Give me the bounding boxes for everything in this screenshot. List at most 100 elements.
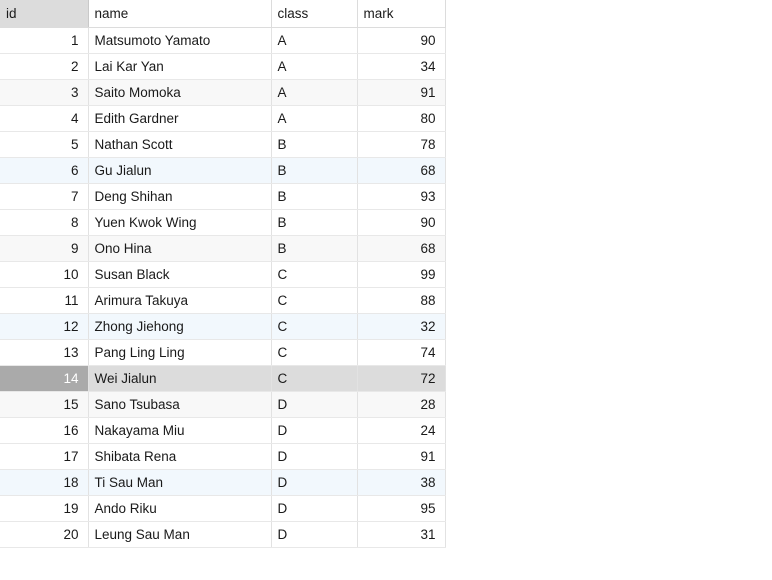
cell-mark[interactable]: 24 xyxy=(357,417,446,444)
cell-mark[interactable]: 90 xyxy=(357,27,446,54)
cell-mark[interactable]: 68 xyxy=(357,157,446,184)
column-header-name[interactable]: name xyxy=(88,0,272,28)
cell-class[interactable]: B xyxy=(271,131,358,158)
cell-mark[interactable]: 78 xyxy=(357,131,446,158)
cell-name[interactable]: Lai Kar Yan xyxy=(88,53,272,80)
cell-id[interactable]: 12 xyxy=(0,313,89,340)
cell-name[interactable]: Nathan Scott xyxy=(88,131,272,158)
cell-name[interactable]: Sano Tsubasa xyxy=(88,391,272,418)
cell-mark[interactable]: 93 xyxy=(357,183,446,210)
table-row[interactable]: 4 Edith Gardner A 80 xyxy=(0,105,446,132)
cell-name[interactable]: Matsumoto Yamato xyxy=(88,27,272,54)
cell-class[interactable]: B xyxy=(271,235,358,262)
table-row[interactable]: 15 Sano Tsubasa D 28 xyxy=(0,391,446,418)
table-row[interactable]: 12 Zhong Jiehong C 32 xyxy=(0,313,446,340)
cell-class[interactable]: D xyxy=(271,417,358,444)
cell-class[interactable]: C xyxy=(271,287,358,314)
table-row[interactable]: 20 Leung Sau Man D 31 xyxy=(0,521,446,548)
cell-mark[interactable]: 90 xyxy=(357,209,446,236)
column-header-mark[interactable]: mark xyxy=(357,0,446,28)
cell-class[interactable]: D xyxy=(271,469,358,496)
cell-class[interactable]: C xyxy=(271,339,358,366)
cell-name[interactable]: Yuen Kwok Wing xyxy=(88,209,272,236)
table-row[interactable]: 6 Gu Jialun B 68 xyxy=(0,157,446,184)
cell-name[interactable]: Susan Black xyxy=(88,261,272,288)
cell-name[interactable]: Ono Hina xyxy=(88,235,272,262)
cell-id[interactable]: 1 xyxy=(0,27,89,54)
table-row[interactable]: 16 Nakayama Miu D 24 xyxy=(0,417,446,444)
cell-id[interactable]: 15 xyxy=(0,391,89,418)
cell-id[interactable]: 14 xyxy=(0,365,89,392)
cell-name[interactable]: Pang Ling Ling xyxy=(88,339,272,366)
cell-class[interactable]: C xyxy=(271,261,358,288)
cell-mark[interactable]: 91 xyxy=(357,79,446,106)
table-row[interactable]: 7 Deng Shihan B 93 xyxy=(0,183,446,210)
cell-name[interactable]: Shibata Rena xyxy=(88,443,272,470)
cell-id[interactable]: 4 xyxy=(0,105,89,132)
cell-mark[interactable]: 99 xyxy=(357,261,446,288)
cell-id[interactable]: 2 xyxy=(0,53,89,80)
table-row[interactable]: 10 Susan Black C 99 xyxy=(0,261,446,288)
cell-class[interactable]: D xyxy=(271,521,358,548)
cell-mark[interactable]: 31 xyxy=(357,521,446,548)
cell-class[interactable]: A xyxy=(271,53,358,80)
cell-name[interactable]: Leung Sau Man xyxy=(88,521,272,548)
cell-class[interactable]: B xyxy=(271,157,358,184)
cell-mark[interactable]: 74 xyxy=(357,339,446,366)
cell-class[interactable]: A xyxy=(271,105,358,132)
table-row[interactable]: 8 Yuen Kwok Wing B 90 xyxy=(0,209,446,236)
table-row[interactable]: 18 Ti Sau Man D 38 xyxy=(0,469,446,496)
cell-name[interactable]: Wei Jialun xyxy=(88,365,272,392)
table-row[interactable]: 19 Ando Riku D 95 xyxy=(0,495,446,522)
cell-name[interactable]: Arimura Takuya xyxy=(88,287,272,314)
table-row[interactable]: 14 Wei Jialun C 72 xyxy=(0,365,446,392)
cell-class[interactable]: D xyxy=(271,391,358,418)
cell-id[interactable]: 16 xyxy=(0,417,89,444)
cell-name[interactable]: Deng Shihan xyxy=(88,183,272,210)
cell-mark[interactable]: 72 xyxy=(357,365,446,392)
cell-id[interactable]: 10 xyxy=(0,261,89,288)
cell-name[interactable]: Saito Momoka xyxy=(88,79,272,106)
cell-class[interactable]: C xyxy=(271,313,358,340)
table-row[interactable]: 11 Arimura Takuya C 88 xyxy=(0,287,446,314)
cell-class[interactable]: A xyxy=(271,27,358,54)
cell-class[interactable]: C xyxy=(271,365,358,392)
table-row[interactable]: 1 Matsumoto Yamato A 90 xyxy=(0,27,446,54)
cell-id[interactable]: 8 xyxy=(0,209,89,236)
cell-mark[interactable]: 80 xyxy=(357,105,446,132)
cell-class[interactable]: B xyxy=(271,209,358,236)
cell-class[interactable]: D xyxy=(271,443,358,470)
table-row[interactable]: 9 Ono Hina B 68 xyxy=(0,235,446,262)
cell-id[interactable]: 17 xyxy=(0,443,89,470)
cell-id[interactable]: 18 xyxy=(0,469,89,496)
cell-mark[interactable]: 91 xyxy=(357,443,446,470)
cell-class[interactable]: D xyxy=(271,495,358,522)
cell-id[interactable]: 6 xyxy=(0,157,89,184)
cell-mark[interactable]: 34 xyxy=(357,53,446,80)
cell-mark[interactable]: 68 xyxy=(357,235,446,262)
cell-id[interactable]: 20 xyxy=(0,521,89,548)
table-row[interactable]: 17 Shibata Rena D 91 xyxy=(0,443,446,470)
cell-name[interactable]: Edith Gardner xyxy=(88,105,272,132)
cell-id[interactable]: 3 xyxy=(0,79,89,106)
cell-name[interactable]: Ando Riku xyxy=(88,495,272,522)
cell-id[interactable]: 13 xyxy=(0,339,89,366)
cell-id[interactable]: 11 xyxy=(0,287,89,314)
cell-id[interactable]: 19 xyxy=(0,495,89,522)
cell-name[interactable]: Ti Sau Man xyxy=(88,469,272,496)
cell-name[interactable]: Gu Jialun xyxy=(88,157,272,184)
cell-id[interactable]: 9 xyxy=(0,235,89,262)
column-header-class[interactable]: class xyxy=(271,0,358,28)
table-row[interactable]: 2 Lai Kar Yan A 34 xyxy=(0,53,446,80)
cell-id[interactable]: 7 xyxy=(0,183,89,210)
cell-class[interactable]: A xyxy=(271,79,358,106)
cell-mark[interactable]: 88 xyxy=(357,287,446,314)
cell-mark[interactable]: 28 xyxy=(357,391,446,418)
cell-id[interactable]: 5 xyxy=(0,131,89,158)
table-row[interactable]: 3 Saito Momoka A 91 xyxy=(0,79,446,106)
table-row[interactable]: 13 Pang Ling Ling C 74 xyxy=(0,339,446,366)
cell-mark[interactable]: 32 xyxy=(357,313,446,340)
cell-name[interactable]: Nakayama Miu xyxy=(88,417,272,444)
cell-class[interactable]: B xyxy=(271,183,358,210)
cell-mark[interactable]: 95 xyxy=(357,495,446,522)
